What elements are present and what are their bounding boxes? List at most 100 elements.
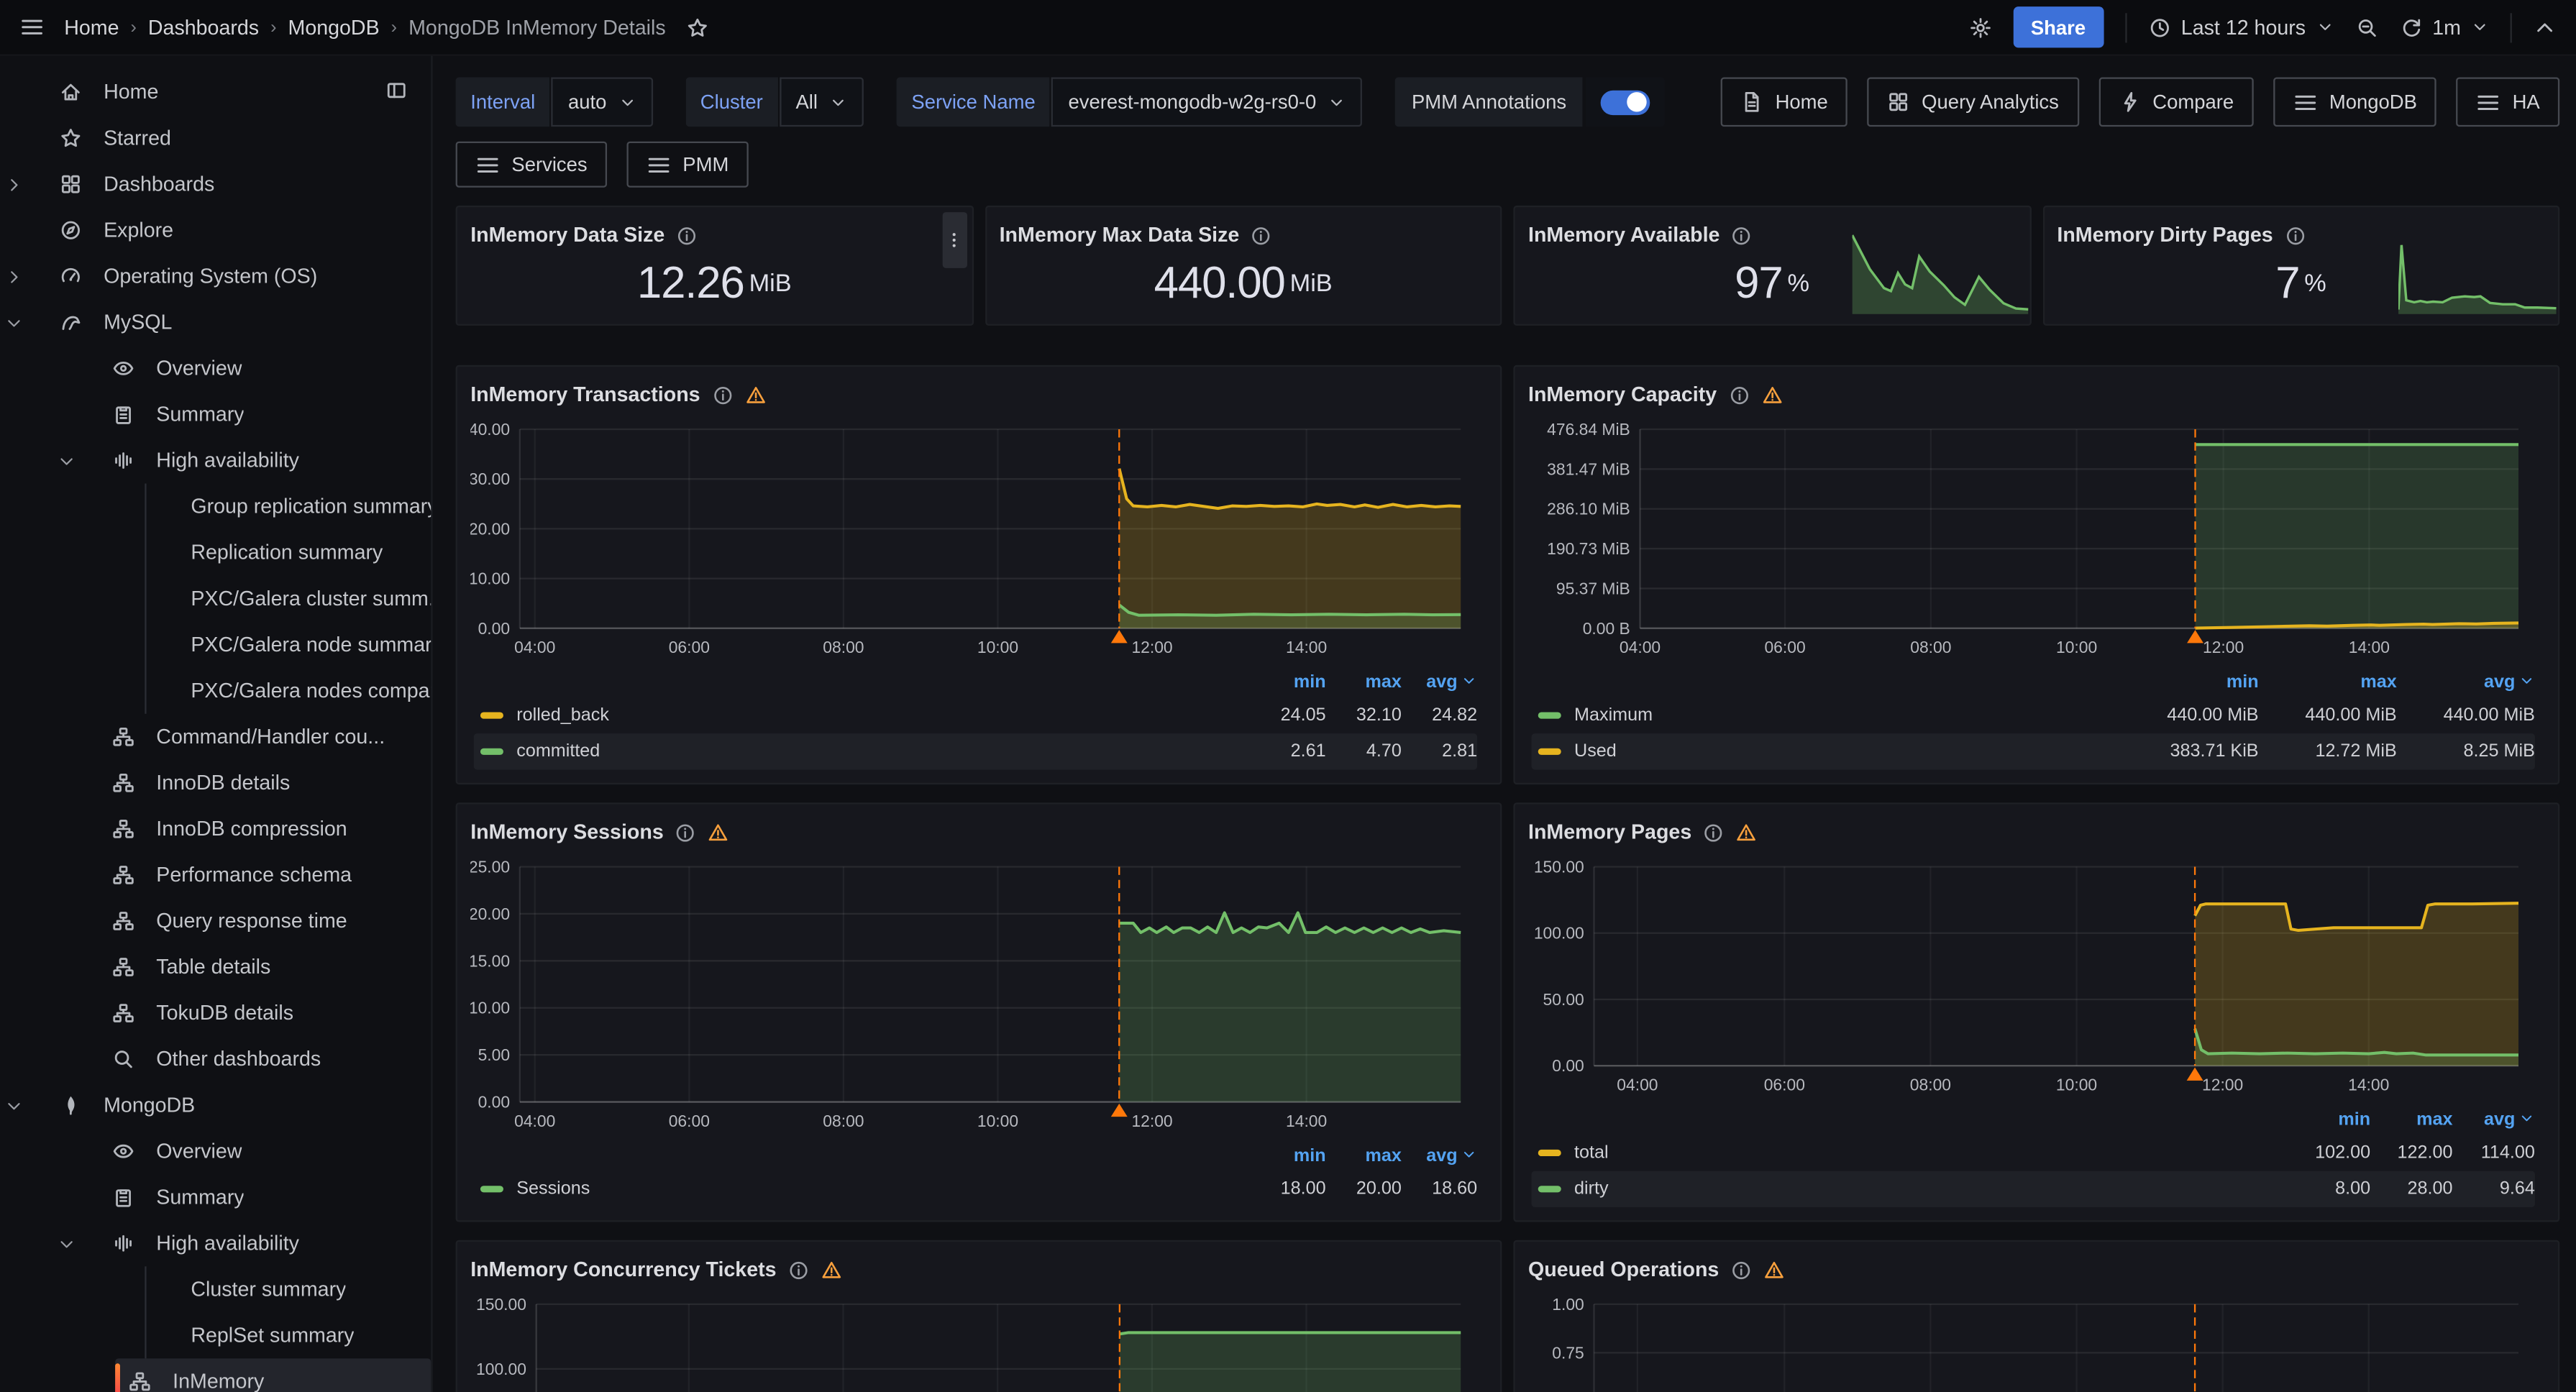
- chevron-down-icon[interactable]: [0, 1096, 27, 1114]
- sidebar-toggle-icon[interactable]: [385, 78, 408, 106]
- series-name[interactable]: committed: [516, 742, 600, 761]
- sidebar-item-command-handler-cou[interactable]: Command/Handler cou...: [0, 714, 431, 760]
- sidebar-item-operating-system-os[interactable]: Operating System (OS): [0, 253, 431, 299]
- ha-menu-button[interactable]: HA: [2457, 78, 2559, 127]
- warning-icon[interactable]: [708, 822, 730, 843]
- legend-col-avg[interactable]: avg: [1402, 672, 1477, 693]
- legend-col-max[interactable]: max: [2370, 1110, 2452, 1130]
- panel-header[interactable]: InMemory Pages: [1528, 814, 2545, 850]
- sidebar-item-pxc-galera-node-summary[interactable]: PXC/Galera node summary: [147, 622, 431, 668]
- chevron-right-icon[interactable]: [0, 267, 27, 285]
- time-series-chart[interactable]: 0.0010.0020.0030.0040.0004:0006:0008:001…: [470, 413, 1487, 664]
- pmm-button[interactable]: PMM: [627, 142, 749, 188]
- panel-header[interactable]: InMemory Capacity: [1528, 377, 2545, 413]
- legend-col-avg[interactable]: avg: [1402, 1145, 1477, 1167]
- chevron-down-icon[interactable]: [52, 1235, 79, 1253]
- time-series-chart[interactable]: 0.00 B95.37 MiB190.73 MiB286.10 MiB381.4…: [1528, 413, 2545, 664]
- sidebar-item-overview[interactable]: Overview: [0, 345, 431, 391]
- warning-icon[interactable]: [1736, 822, 1758, 843]
- series-name[interactable]: Sessions: [516, 1179, 590, 1199]
- sidebar-item-query-response-time[interactable]: Query response time: [0, 898, 431, 944]
- sidebar-item-cluster-summary[interactable]: Cluster summary: [147, 1266, 431, 1312]
- sidebar-item-overview[interactable]: Overview: [0, 1128, 431, 1174]
- home-link-button[interactable]: Home: [1721, 78, 1847, 127]
- chevron-up-icon[interactable]: [2534, 16, 2557, 39]
- chevron-right-icon[interactable]: [0, 175, 27, 193]
- info-icon[interactable]: [1728, 384, 1750, 406]
- interval-select[interactable]: auto: [552, 78, 652, 127]
- time-series-chart[interactable]: 0.000.250.500.751.0004:0006:0008:0010:00…: [1528, 1288, 2545, 1392]
- info-icon[interactable]: [1730, 1259, 1752, 1281]
- time-range-picker[interactable]: Last 12 hours: [2148, 16, 2334, 39]
- chevron-down-icon[interactable]: [0, 313, 27, 331]
- refresh-icon[interactable]: [2399, 16, 2422, 39]
- sidebar-item-high-availability[interactable]: High availability: [0, 437, 431, 483]
- chevron-down-icon[interactable]: [52, 452, 79, 470]
- info-icon[interactable]: [2285, 224, 2306, 246]
- sidebar-item-group-replication-summary[interactable]: Group replication summary: [147, 483, 431, 529]
- warning-icon[interactable]: [1763, 1259, 1785, 1281]
- panel-header[interactable]: InMemory Sessions: [470, 814, 1487, 850]
- warning-icon[interactable]: [1761, 384, 1783, 406]
- sidebar-item-high-availability[interactable]: High availability: [0, 1220, 431, 1266]
- warning-icon[interactable]: [744, 384, 766, 406]
- info-icon[interactable]: [1251, 224, 1272, 246]
- services-button[interactable]: Services: [456, 142, 607, 188]
- legend-col-min[interactable]: min: [1250, 673, 1325, 692]
- info-icon[interactable]: [675, 822, 697, 843]
- sidebar-item-innodb-details[interactable]: InnoDB details: [0, 760, 431, 806]
- breadcrumb-item[interactable]: MongoDB: [288, 16, 380, 39]
- info-icon[interactable]: [676, 224, 698, 246]
- info-icon[interactable]: [1703, 822, 1725, 843]
- legend-col-min[interactable]: min: [2120, 673, 2258, 692]
- share-button[interactable]: Share: [2013, 6, 2104, 47]
- info-icon[interactable]: [788, 1259, 810, 1281]
- sidebar-item-inmemory[interactable]: InMemory: [115, 1358, 431, 1392]
- gear-icon[interactable]: [1968, 16, 1991, 39]
- legend-col-max[interactable]: max: [1326, 673, 1402, 692]
- sidebar-item-replication-summary[interactable]: Replication summary: [147, 530, 431, 576]
- series-name[interactable]: Used: [1574, 742, 1617, 761]
- breadcrumb-item[interactable]: Dashboards: [148, 16, 259, 39]
- info-icon[interactable]: [712, 384, 734, 406]
- sidebar-item-summary[interactable]: Summary: [0, 1174, 431, 1220]
- panel-header[interactable]: InMemory Data Size: [470, 217, 958, 253]
- zoom-out-icon[interactable]: [2355, 16, 2378, 39]
- panel-header[interactable]: InMemory Transactions: [470, 377, 1487, 413]
- star-breadcrumb-icon[interactable]: [685, 16, 708, 39]
- sidebar-item-home[interactable]: Home: [0, 69, 431, 115]
- sidebar-item-performance-schema[interactable]: Performance schema: [0, 852, 431, 898]
- refresh-picker[interactable]: 1m: [2399, 16, 2488, 39]
- compare-button[interactable]: Compare: [2098, 78, 2254, 127]
- legend-col-max[interactable]: max: [1326, 1146, 1402, 1166]
- time-series-chart[interactable]: 0.0050.00100.00150.0004:0006:0008:0010:0…: [470, 1288, 1487, 1392]
- sidebar-item-mongodb[interactable]: MongoDB: [0, 1082, 431, 1128]
- sidebar-item-pxc-galera-nodes-compare[interactable]: PXC/Galera nodes compare: [147, 668, 431, 714]
- warning-icon[interactable]: [821, 1259, 842, 1281]
- sidebar-item-tokudb-details[interactable]: TokuDB details: [0, 990, 431, 1036]
- time-series-chart[interactable]: 0.0050.00100.00150.0004:0006:0008:0010:0…: [1528, 851, 2545, 1102]
- sidebar-item-dashboards[interactable]: Dashboards: [0, 161, 431, 207]
- pmm-annotations-toggle[interactable]: [1586, 78, 1666, 127]
- series-name[interactable]: rolled_back: [516, 705, 609, 725]
- time-series-chart[interactable]: 0.005.0010.0015.0020.0025.0004:0006:0008…: [470, 851, 1487, 1138]
- service-name-select[interactable]: everest-mongodb-w2g-rs0-0: [1052, 78, 1363, 127]
- sidebar-item-starred[interactable]: Starred: [0, 115, 431, 161]
- panel-header[interactable]: InMemory Concurrency Tickets: [470, 1252, 1487, 1288]
- panel-header[interactable]: Queued Operations: [1528, 1252, 2545, 1288]
- sidebar-item-table-details[interactable]: Table details: [0, 944, 431, 990]
- series-name[interactable]: dirty: [1574, 1179, 1609, 1199]
- sidebar-item-innodb-compression[interactable]: InnoDB compression: [0, 806, 431, 852]
- legend-col-avg[interactable]: avg: [2453, 1109, 2535, 1131]
- sidebar-item-explore[interactable]: Explore: [0, 207, 431, 253]
- legend-col-min[interactable]: min: [1250, 1146, 1325, 1166]
- info-icon[interactable]: [1731, 224, 1753, 246]
- sidebar-item-mysql[interactable]: MySQL: [0, 299, 431, 345]
- breadcrumb-item[interactable]: Home: [64, 16, 119, 39]
- mongodb-menu-button[interactable]: MongoDB: [2273, 78, 2436, 127]
- legend-col-avg[interactable]: avg: [2397, 672, 2535, 693]
- sidebar-item-summary[interactable]: Summary: [0, 391, 431, 437]
- legend-col-min[interactable]: min: [2288, 1110, 2370, 1130]
- series-name[interactable]: total: [1574, 1143, 1609, 1163]
- series-name[interactable]: Maximum: [1574, 705, 1653, 725]
